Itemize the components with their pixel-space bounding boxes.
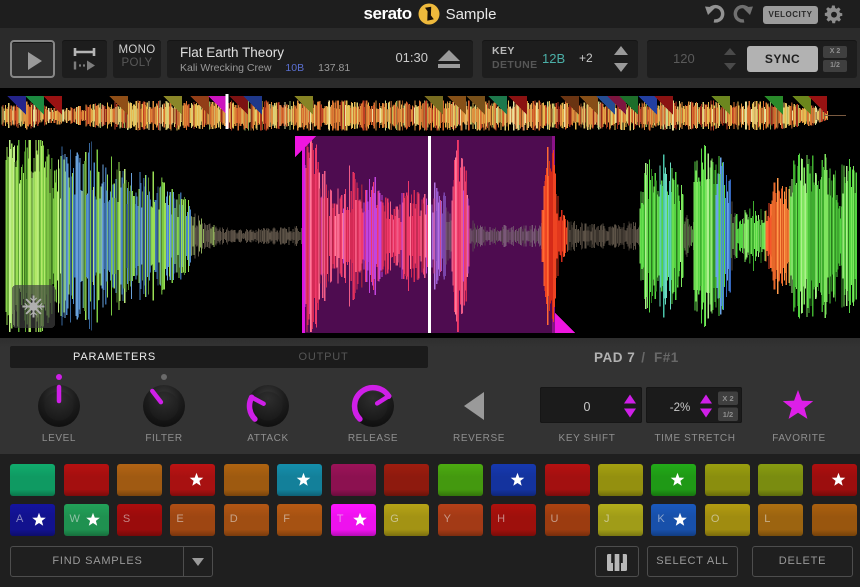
svg-text:X 2: X 2 bbox=[722, 394, 733, 403]
svg-text:-2%: -2% bbox=[670, 402, 690, 414]
svg-text:0: 0 bbox=[584, 400, 591, 414]
svg-text:1/2: 1/2 bbox=[723, 410, 733, 419]
